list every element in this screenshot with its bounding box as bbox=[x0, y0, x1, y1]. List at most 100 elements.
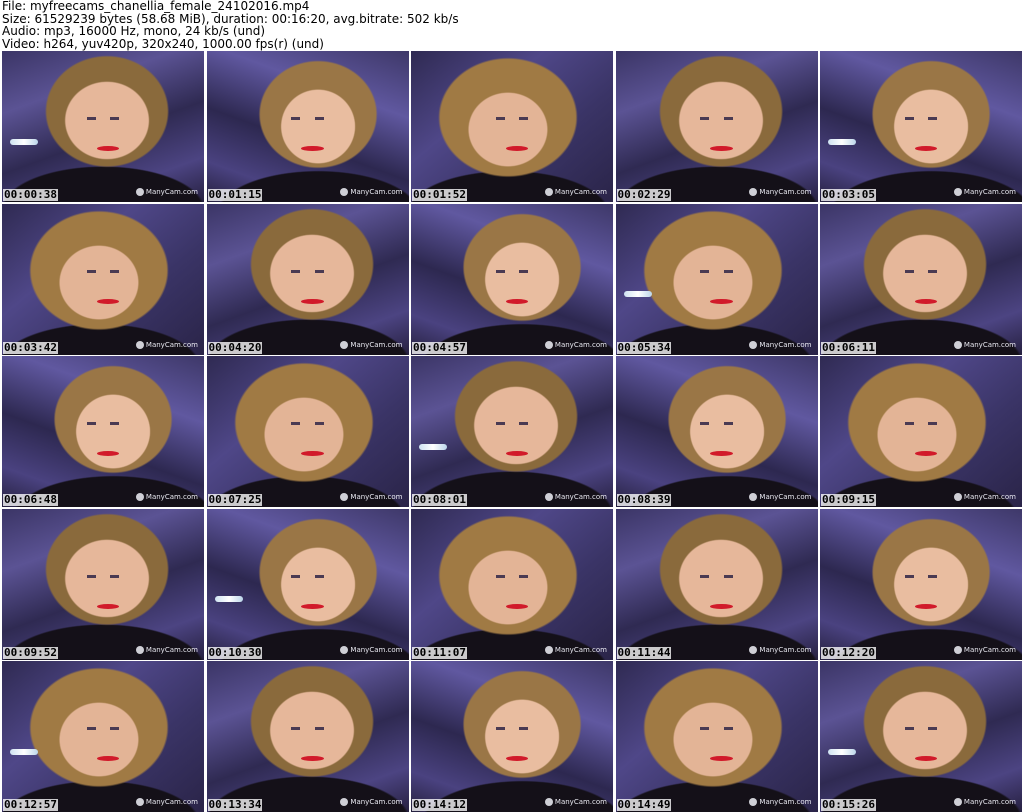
manycam-logo-icon bbox=[340, 188, 349, 196]
frame-detail-lips bbox=[710, 756, 733, 762]
frame-detail-eyes bbox=[86, 574, 120, 578]
manycam-logo-icon bbox=[340, 645, 349, 654]
frame-detail-eyes bbox=[291, 422, 324, 426]
video-thumbnail: ManyCam.com 00:11:07 bbox=[411, 508, 613, 660]
watermark: ManyCam.com bbox=[340, 340, 403, 349]
frame-detail-eyes bbox=[291, 574, 324, 578]
frame-detail-lips bbox=[914, 298, 938, 304]
watermark-text: ManyCam.com bbox=[145, 188, 198, 196]
watermark: ManyCam.com bbox=[749, 798, 812, 806]
frame-detail-lips bbox=[710, 146, 733, 152]
frame-detail-eyes bbox=[904, 727, 938, 731]
manycam-logo-icon bbox=[340, 798, 349, 806]
video-thumbnail: ManyCam.com 00:08:01 bbox=[411, 356, 613, 507]
video-thumbnail: ManyCam.com 00:07:25 bbox=[206, 356, 409, 507]
manycam-logo-icon bbox=[135, 645, 144, 654]
frame-detail-eyes bbox=[495, 574, 529, 578]
watermark-text: ManyCam.com bbox=[554, 493, 607, 501]
timestamp-label: 00:10:30 bbox=[207, 645, 263, 659]
manycam-logo-icon bbox=[953, 340, 962, 349]
timestamp-label: 00:14:12 bbox=[412, 798, 467, 811]
manycam-logo-icon bbox=[135, 798, 144, 806]
manycam-logo-icon bbox=[953, 188, 962, 196]
timestamp-label: 00:03:42 bbox=[3, 340, 58, 354]
watermark-text: ManyCam.com bbox=[963, 798, 1016, 806]
video-thumbnail: ManyCam.com 00:02:29 bbox=[615, 51, 818, 202]
watermark: ManyCam.com bbox=[953, 188, 1016, 196]
timestamp-label: 00:06:11 bbox=[821, 340, 876, 354]
frame-detail-eyes bbox=[700, 422, 733, 426]
manycam-logo-icon bbox=[749, 188, 758, 196]
timestamp-label: 00:11:07 bbox=[412, 645, 467, 659]
frame-detail-eyes bbox=[86, 269, 120, 273]
manycam-logo-icon bbox=[953, 645, 962, 654]
timestamp-label: 00:06:48 bbox=[3, 493, 58, 506]
watermark-text: ManyCam.com bbox=[963, 493, 1016, 501]
video-thumbnail: ManyCam.com 00:04:20 bbox=[206, 203, 409, 355]
frame-detail-eyes bbox=[700, 269, 733, 273]
watermark: ManyCam.com bbox=[135, 188, 198, 196]
manycam-logo-icon bbox=[544, 645, 553, 654]
frame-detail-lips bbox=[914, 756, 938, 762]
video-thumbnail: ManyCam.com 00:03:42 bbox=[2, 203, 204, 355]
frame-detail-lips bbox=[710, 298, 733, 304]
watermark: ManyCam.com bbox=[340, 188, 403, 196]
timestamp-label: 00:00:38 bbox=[3, 188, 58, 201]
timestamp-label: 00:12:57 bbox=[3, 798, 58, 811]
frame-detail-eyes bbox=[86, 422, 120, 426]
video-thumbnail: ManyCam.com 00:06:48 bbox=[2, 356, 204, 507]
frame-detail-lips bbox=[301, 756, 324, 762]
watermark: ManyCam.com bbox=[544, 645, 607, 654]
timestamp-label: 00:11:44 bbox=[616, 645, 672, 659]
frame-detail-lips bbox=[710, 451, 733, 457]
watermark: ManyCam.com bbox=[340, 798, 403, 806]
frame-detail-lips bbox=[505, 146, 529, 152]
watermark: ManyCam.com bbox=[749, 493, 812, 501]
watermark: ManyCam.com bbox=[953, 340, 1016, 349]
timestamp-label: 00:07:25 bbox=[207, 493, 263, 506]
watermark: ManyCam.com bbox=[953, 645, 1016, 654]
frame-detail-lips bbox=[505, 298, 529, 304]
watermark-text: ManyCam.com bbox=[145, 493, 198, 501]
video-thumbnail: ManyCam.com 00:05:34 bbox=[615, 203, 818, 355]
watermark: ManyCam.com bbox=[135, 798, 198, 806]
watermark: ManyCam.com bbox=[544, 188, 607, 196]
frame-detail-eyes bbox=[700, 117, 733, 121]
frame-detail-bottle bbox=[419, 443, 448, 450]
video-thumbnail: ManyCam.com 00:00:38 bbox=[2, 51, 204, 202]
watermark-text: ManyCam.com bbox=[759, 798, 812, 806]
file-info-header: File: myfreecams_chanellia_female_241020… bbox=[2, 0, 1022, 50]
video-info-line: Video: h264, yuv420p, 320x240, 1000.00 f… bbox=[2, 36, 324, 51]
frame-detail-bottle bbox=[828, 138, 857, 145]
frame-detail-bottle bbox=[10, 138, 39, 145]
watermark: ManyCam.com bbox=[135, 493, 198, 501]
timestamp-label: 00:09:15 bbox=[821, 493, 876, 506]
manycam-logo-icon bbox=[340, 493, 349, 501]
frame-detail-lips bbox=[914, 451, 938, 457]
video-thumbnail: ManyCam.com 00:12:20 bbox=[820, 508, 1022, 660]
manycam-logo-icon bbox=[749, 493, 758, 501]
watermark: ManyCam.com bbox=[749, 645, 812, 654]
watermark: ManyCam.com bbox=[544, 798, 607, 806]
frame-detail-eyes bbox=[700, 727, 733, 731]
manycam-logo-icon bbox=[544, 340, 553, 349]
manycam-logo-icon bbox=[953, 493, 962, 501]
frame-detail-eyes bbox=[904, 422, 938, 426]
frame-detail-eyes bbox=[291, 727, 324, 731]
frame-detail-eyes bbox=[904, 574, 938, 578]
manycam-logo-icon bbox=[544, 798, 553, 806]
manycam-logo-icon bbox=[749, 340, 758, 349]
frame-detail-lips bbox=[505, 451, 529, 457]
timestamp-label: 00:02:29 bbox=[616, 188, 672, 201]
watermark-text: ManyCam.com bbox=[145, 645, 198, 654]
timestamp-label: 00:04:20 bbox=[207, 340, 263, 354]
manycam-logo-icon bbox=[749, 798, 758, 806]
frame-detail-eyes bbox=[495, 422, 529, 426]
frame-detail-lips bbox=[914, 603, 938, 609]
frame-detail-eyes bbox=[291, 117, 324, 121]
thumbnail-grid: ManyCam.com 00:00:38 ManyCam.com 00:01:15 Ma… bbox=[2, 51, 1022, 812]
manycam-logo-icon bbox=[135, 188, 144, 196]
watermark-text: ManyCam.com bbox=[963, 188, 1016, 196]
watermark-text: ManyCam.com bbox=[145, 798, 198, 806]
watermark-text: ManyCam.com bbox=[963, 340, 1016, 349]
